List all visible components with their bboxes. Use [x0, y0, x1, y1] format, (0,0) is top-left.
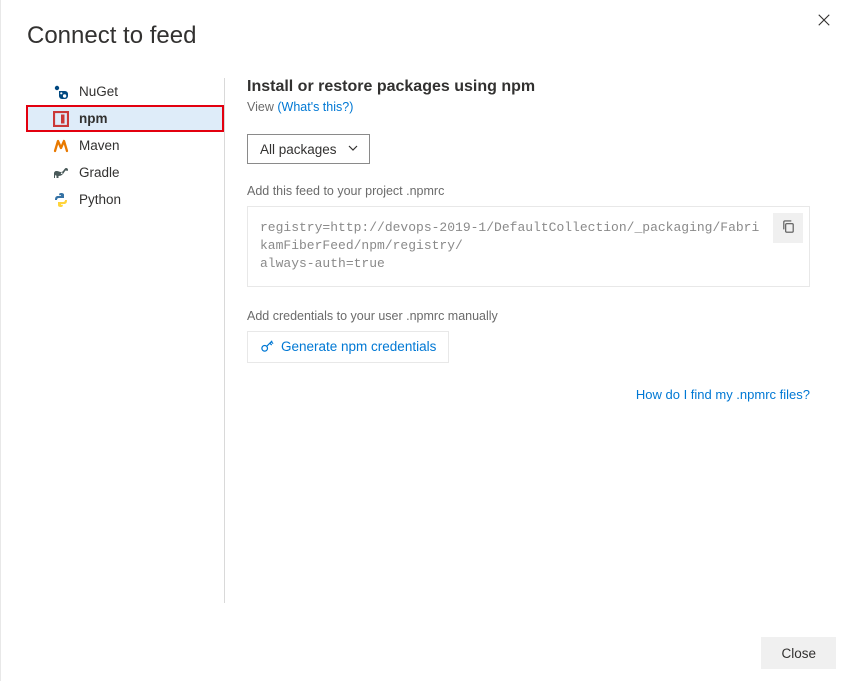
sidebar-item-gradle[interactable]: Gradle — [26, 159, 224, 186]
project-npmrc-hint: Add this feed to your project .npmrc — [247, 184, 810, 198]
python-icon — [53, 192, 69, 208]
section-heading: Install or restore packages using npm — [247, 78, 810, 96]
sidebar-item-label: Gradle — [79, 165, 120, 180]
dialog-title: Connect to feed — [1, 0, 850, 50]
gradle-icon — [53, 165, 69, 181]
find-npmrc-link[interactable]: How do I find my .npmrc files? — [247, 387, 810, 402]
sidebar-item-python[interactable]: Python — [26, 186, 224, 213]
maven-icon — [53, 138, 69, 154]
sidebar-item-label: NuGet — [79, 84, 118, 99]
dropdown-label: All packages — [260, 142, 337, 157]
sidebar-item-maven[interactable]: Maven — [26, 132, 224, 159]
sidebar-item-label: Python — [79, 192, 121, 207]
sidebar-item-label: npm — [79, 111, 108, 126]
sidebar-item-nuget[interactable]: NuGet — [26, 78, 224, 105]
view-line: View (What's this?) — [247, 100, 810, 114]
sidebar-item-label: Maven — [79, 138, 120, 153]
whats-this-link[interactable]: (What's this?) — [277, 100, 353, 114]
generate-credentials-label: Generate npm credentials — [281, 339, 436, 354]
npmrc-codeblock: registry=http://devops-2019-1/DefaultCol… — [247, 206, 810, 287]
feed-type-sidebar: NuGet npm Maven — [27, 78, 225, 603]
view-label: View — [247, 100, 274, 114]
packages-dropdown[interactable]: All packages — [247, 134, 370, 164]
npmrc-code: registry=http://devops-2019-1/DefaultCol… — [260, 219, 761, 274]
npm-icon — [53, 111, 69, 127]
close-icon[interactable] — [812, 8, 836, 32]
copy-icon — [781, 219, 796, 237]
close-button[interactable]: Close — [761, 637, 836, 669]
user-npmrc-hint: Add credentials to your user .npmrc manu… — [247, 309, 810, 323]
key-icon — [260, 338, 275, 356]
sidebar-item-npm[interactable]: npm — [26, 105, 224, 132]
copy-button[interactable] — [773, 213, 803, 243]
generate-credentials-button[interactable]: Generate npm credentials — [247, 331, 449, 363]
nuget-icon — [53, 84, 69, 100]
chevron-down-icon — [347, 142, 359, 157]
